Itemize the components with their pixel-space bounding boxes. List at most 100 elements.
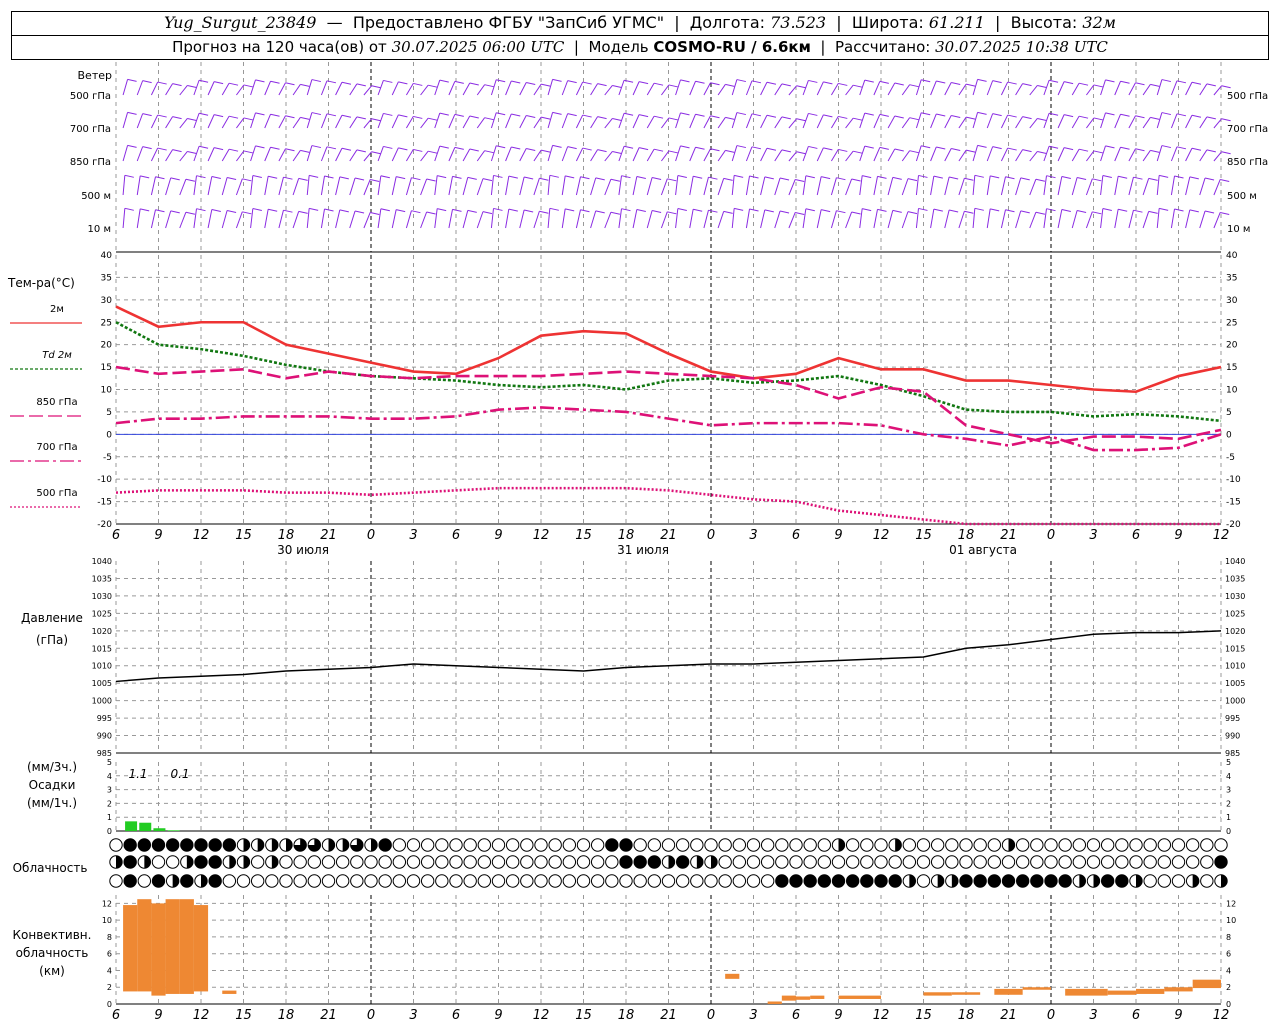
wind-barb [944,148,952,162]
wind-barb-flag [482,178,493,182]
wind-barb-flag [300,149,310,153]
temp-tick-right: -15 [1226,498,1241,508]
wind-barb-flag [667,178,677,182]
wind-barb [533,178,540,196]
wind-barb [391,147,399,162]
wind-barb [1015,116,1024,129]
wind-barb-flag [796,85,806,89]
wind-barb [179,85,188,96]
cloud-icon [987,838,1002,852]
wind-barb-flag [285,82,295,86]
cloud-icon [222,838,237,852]
wind-barb-flag [1093,150,1103,154]
wind-barb [349,116,358,129]
wind-barb [590,149,599,162]
wind-barb [1029,212,1037,229]
wind-barb-flag [370,211,380,215]
wind-barb [278,148,286,162]
wind-barb-flag [1105,79,1115,83]
cloud-icon [675,838,690,852]
wind-barb-flag [677,175,687,179]
temp-tick-right: 20 [1226,341,1238,351]
wind-barb [972,112,979,129]
cloud-icon [1214,838,1228,852]
wind-barb [519,115,527,129]
cloud-icon [1143,874,1157,888]
wind-barb [1114,176,1119,196]
wind-barb-flag [821,209,831,213]
wind-barb [420,150,429,162]
wind-barb-flag [725,149,735,153]
cloud-icon [151,855,166,869]
wind-barb [731,175,735,196]
conv-bar [137,899,152,992]
wind-barb-flag [482,211,493,215]
wind-barb [675,145,681,162]
cloud-icon [1115,874,1129,888]
cloud-icon [321,855,336,869]
wind-barb [476,84,486,96]
cloud-icon-fill [243,838,250,852]
wind-barb [505,146,512,162]
temp-tick-left: 0 [106,430,112,440]
wind-barb [859,208,863,229]
wind-barb-flag [371,151,381,155]
wind-barb-flag [155,176,165,180]
cloud-icon [760,838,775,852]
wind-barb [972,145,979,162]
wind-barb [207,176,213,196]
conv-bar [951,992,981,995]
wind-barb [250,79,256,96]
wind-barb [660,211,668,229]
wind-barb-flag [695,146,705,150]
cloud-icon [675,855,690,869]
conv-bar [123,905,138,992]
conv-label: облачность [16,946,89,960]
precip-tick-right: 1 [1226,813,1231,822]
wind-barb [1213,179,1221,196]
wind-barb-flag [680,79,690,83]
wind-barb-flag [124,174,134,178]
wind-barb [802,208,807,229]
cloud-icon [888,874,902,888]
wind-barb [1057,209,1063,229]
wind-barb [930,80,937,96]
wind-barb-flag [411,177,421,181]
wind-barb-flag [228,82,239,86]
wind-barb-flag [653,82,664,86]
wind-barb [462,177,469,196]
wind-barb-flag [708,209,718,213]
wind-barb-flag [951,82,961,85]
wind-barb-flag [413,115,423,119]
wind-barb [264,147,271,162]
wind-barb-flag [949,176,959,180]
wind-barb [236,150,245,162]
wind-barb-flag [454,113,464,117]
temp-tick-right: -10 [1226,475,1241,485]
wind-barb [632,209,638,229]
wind-barb [405,83,414,96]
wind-barb-flag [623,112,634,116]
hour-tick: 12 [873,1008,890,1023]
wind-barb [1029,118,1038,129]
cloud-icon [930,855,945,869]
wind-barb [363,151,373,162]
hour-tick: 3 [1089,1008,1097,1023]
wind-barb [335,148,343,162]
cloud-icon [505,874,520,888]
wind-barb [490,112,497,129]
temp-tick-left: -15 [97,498,112,508]
wind-barb-flag [749,208,759,212]
wind-barb [646,210,653,229]
wind-barb-flag [1150,83,1160,87]
hour-tick: 18 [278,1008,295,1023]
wind-barb [405,177,412,196]
temp-legend-label: 700 гПа [36,442,77,453]
conv-bar [767,1001,782,1004]
wind-barb [930,176,935,196]
wind-barb [448,209,453,229]
wind-barb [1128,115,1136,129]
precip-label: Осадки [29,778,76,792]
pressure-tick-right: 1010 [1225,662,1245,671]
wind-barb [1043,113,1050,129]
